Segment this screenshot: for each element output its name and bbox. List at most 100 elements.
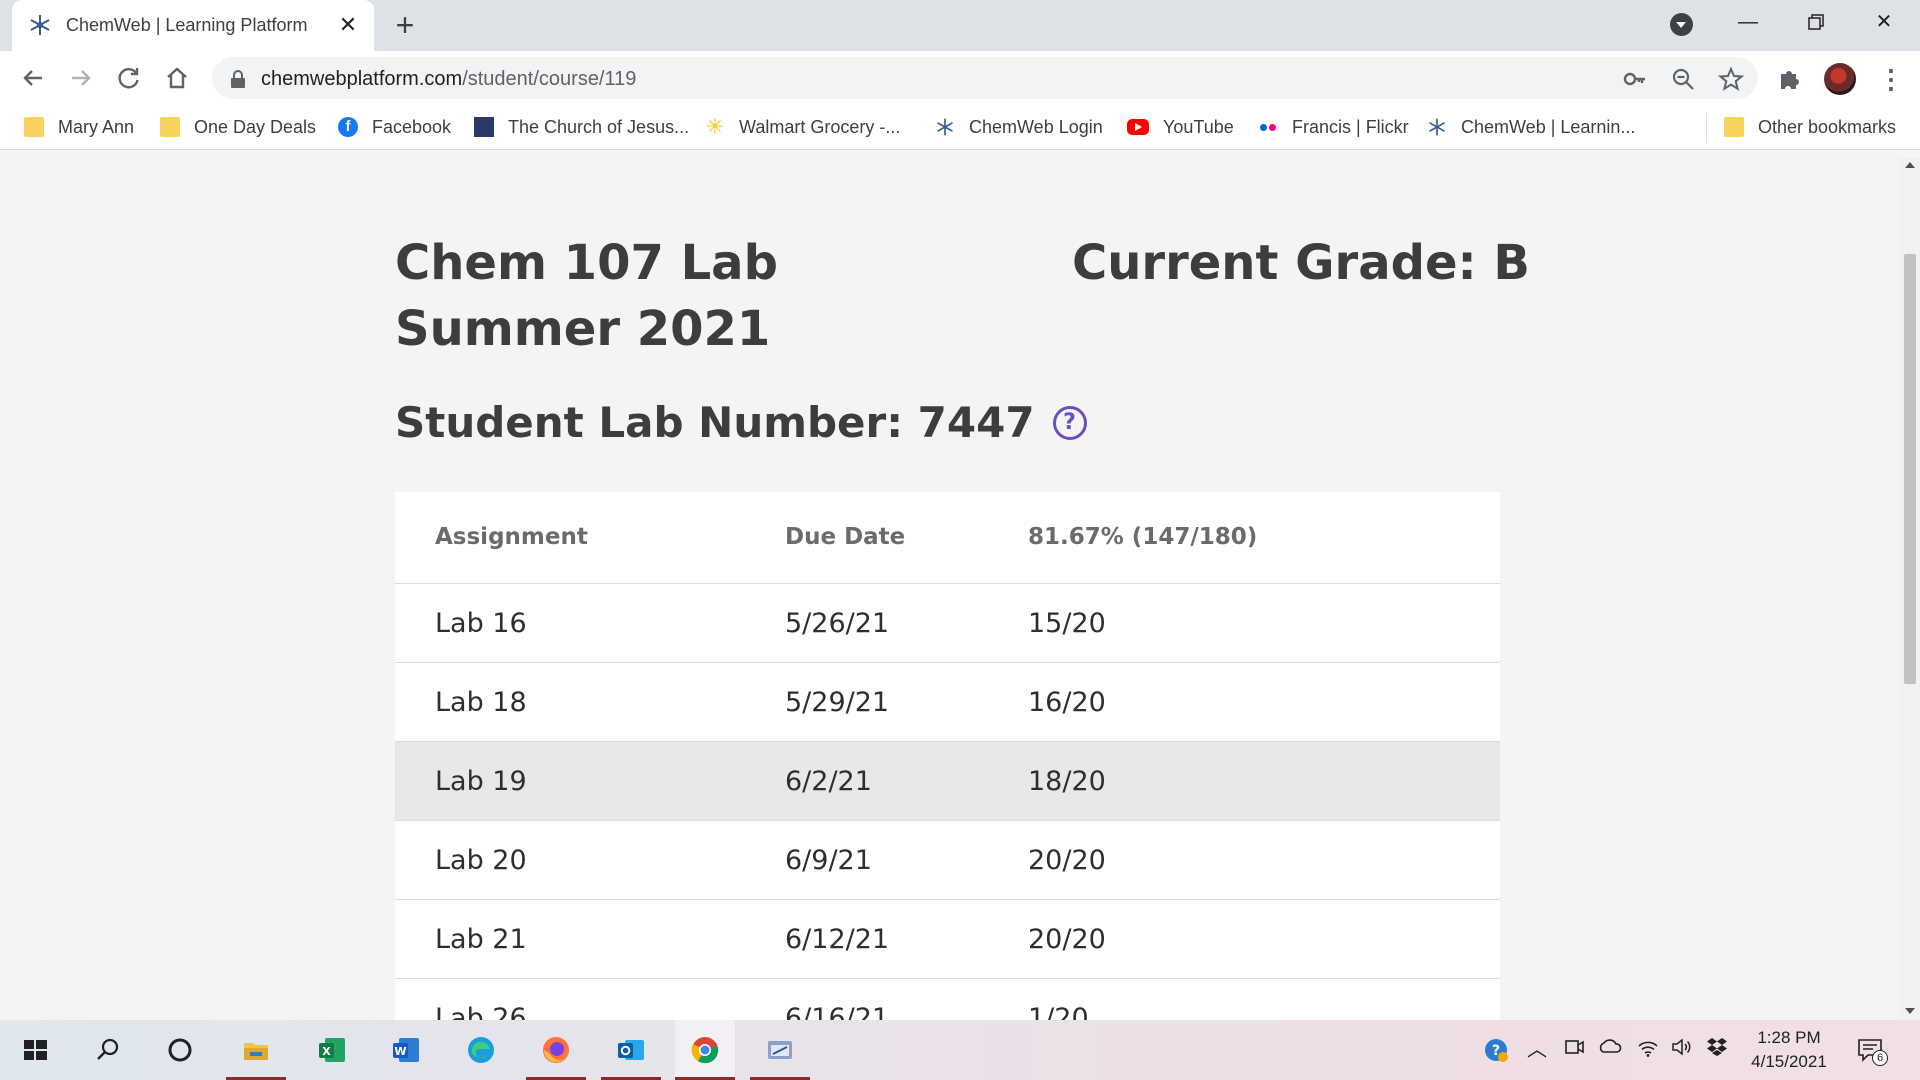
bookmark-chemweb-login[interactable]: ChemWeb Login xyxy=(935,113,1103,141)
chemweb-favicon-icon xyxy=(30,15,50,35)
facebook-icon: f xyxy=(338,117,358,137)
assignment-cell: Lab 21 xyxy=(435,924,527,955)
bookmark-chemweb-learning[interactable]: ChemWeb | Learnin... xyxy=(1427,113,1635,141)
restore-button[interactable] xyxy=(1786,4,1846,40)
header-assignment[interactable]: Assignment xyxy=(435,524,588,550)
cortana-icon xyxy=(168,1038,192,1062)
back-icon[interactable] xyxy=(18,63,48,93)
table-row[interactable]: Lab 16 5/26/21 15/20 xyxy=(395,584,1500,663)
zoom-icon[interactable] xyxy=(1670,66,1696,92)
taskbar-outlook[interactable] xyxy=(601,1020,661,1080)
wifi-icon[interactable] xyxy=(1634,1036,1662,1064)
windows-taskbar: X W ? ︿ 1:28 PM 4/15/2021 6 xyxy=(0,1020,1920,1080)
course-title: Chem 107 Lab Summer 2021 xyxy=(395,230,915,362)
score-cell: 20/20 xyxy=(1028,924,1106,955)
tab-search-icon[interactable] xyxy=(1670,13,1693,36)
scroll-down-arrow-icon[interactable] xyxy=(1905,1008,1915,1014)
svg-text:X: X xyxy=(322,1045,331,1058)
table-row-hovered[interactable]: Lab 19 6/2/21 18/20 xyxy=(395,742,1500,821)
cortana-button[interactable] xyxy=(150,1020,210,1080)
score-cell: 16/20 xyxy=(1028,687,1106,718)
course-title-line1: Chem 107 Lab xyxy=(395,235,778,291)
taskbar-edge[interactable] xyxy=(451,1020,511,1080)
due-date-cell: 6/12/21 xyxy=(785,924,890,955)
bookmark-youtube[interactable]: YouTube xyxy=(1127,113,1234,141)
header-due-date[interactable]: Due Date xyxy=(785,524,905,550)
taskbar-firefox[interactable] xyxy=(526,1020,586,1080)
due-date-cell: 5/26/21 xyxy=(785,608,890,639)
home-icon[interactable] xyxy=(162,63,192,93)
tab-close-icon[interactable]: ✕ xyxy=(336,11,360,39)
bookmark-one-day-deals[interactable]: One Day Deals xyxy=(160,113,316,141)
browser-tab[interactable]: ChemWeb | Learning Platform ✕ xyxy=(12,0,374,51)
start-button[interactable] xyxy=(5,1020,65,1080)
folder-icon xyxy=(1724,117,1744,137)
due-date-cell: 6/16/21 xyxy=(785,1003,890,1020)
table-header: Assignment Due Date 81.67% (147/180) xyxy=(395,492,1500,584)
table-row[interactable]: Lab 26 6/16/21 1/20 xyxy=(395,979,1500,1020)
table-row[interactable]: Lab 20 6/9/21 20/20 xyxy=(395,821,1500,900)
close-window-button[interactable]: ✕ xyxy=(1854,4,1914,40)
bookmarks-bar: Mary Ann One Day Deals f Facebook The Chu… xyxy=(0,105,1920,150)
bookmark-star-icon[interactable] xyxy=(1718,66,1744,92)
score-cell: 20/20 xyxy=(1028,845,1106,876)
taskbar-app[interactable] xyxy=(750,1020,810,1080)
help-tray-icon[interactable]: ? xyxy=(1482,1036,1510,1064)
scroll-up-arrow-icon[interactable] xyxy=(1905,162,1915,168)
chevron-up-icon[interactable]: ︿ xyxy=(1523,1036,1551,1064)
dropbox-icon[interactable] xyxy=(1703,1036,1731,1064)
clock-date: 4/15/2021 xyxy=(1751,1052,1827,1071)
other-bookmarks[interactable]: Other bookmarks xyxy=(1724,113,1896,141)
svg-text:W: W xyxy=(394,1045,406,1058)
menu-kebab-icon[interactable]: ⋮ xyxy=(1878,65,1904,93)
profile-avatar[interactable] xyxy=(1824,63,1856,95)
notification-count: 6 xyxy=(1872,1050,1888,1066)
reload-icon[interactable] xyxy=(114,63,144,93)
taskbar-excel[interactable]: X xyxy=(302,1020,362,1080)
forward-icon[interactable] xyxy=(66,63,96,93)
meet-now-icon[interactable] xyxy=(1560,1036,1588,1064)
help-icon[interactable]: ? xyxy=(1052,405,1087,440)
taskbar-chrome[interactable] xyxy=(675,1020,735,1080)
due-date-cell: 5/29/21 xyxy=(785,687,890,718)
assignment-cell: Lab 18 xyxy=(435,687,527,718)
new-tab-button[interactable]: + xyxy=(390,8,420,42)
address-bar[interactable]: chemwebplatform.com/student/course/119 xyxy=(212,57,1758,99)
table-row[interactable]: Lab 21 6/12/21 20/20 xyxy=(395,900,1500,979)
bookmark-label: One Day Deals xyxy=(194,116,317,137)
bookmark-facebook[interactable]: f Facebook xyxy=(338,113,451,141)
bookmark-label: Francis | Flickr xyxy=(1292,116,1409,137)
chrome-icon xyxy=(691,1037,719,1064)
score-cell: 1/20 xyxy=(1028,1003,1089,1020)
flickr-icon xyxy=(1258,117,1278,137)
bookmark-church[interactable]: The Church of Jesus... xyxy=(474,113,689,141)
bookmark-flickr[interactable]: Francis | Flickr xyxy=(1258,113,1409,141)
url-text: chemwebplatform.com/student/course/119 xyxy=(261,68,636,91)
bookmark-label: YouTube xyxy=(1163,116,1234,137)
onedrive-icon[interactable] xyxy=(1596,1036,1624,1064)
search-button[interactable] xyxy=(78,1020,138,1080)
header-score[interactable]: 81.67% (147/180) xyxy=(1028,524,1257,550)
key-icon[interactable] xyxy=(1622,66,1648,92)
taskbar-file-explorer[interactable] xyxy=(226,1020,286,1080)
scrollbar-thumb[interactable] xyxy=(1904,254,1916,684)
taskbar-clock[interactable]: 1:28 PM 4/15/2021 xyxy=(1734,1026,1844,1074)
bookmark-mary-ann[interactable]: Mary Ann xyxy=(24,113,134,141)
notification-center-icon[interactable]: 6 xyxy=(1856,1036,1888,1066)
bookmark-label: The Church of Jesus... xyxy=(508,116,690,137)
bookmark-label: Walmart Grocery -... xyxy=(739,116,901,137)
assignment-cell: Lab 26 xyxy=(435,1003,527,1020)
page-scrollbar[interactable] xyxy=(1900,158,1920,1020)
page-content: Chem 107 Lab Summer 2021 Current Grade: … xyxy=(0,158,1900,1020)
bookmark-walmart[interactable]: ✳ Walmart Grocery -... xyxy=(705,113,901,141)
youtube-icon xyxy=(1127,119,1149,135)
windows-logo-icon xyxy=(24,1040,47,1060)
minimize-button[interactable]: — xyxy=(1718,4,1778,40)
extensions-icon[interactable] xyxy=(1776,65,1804,93)
lab-number-label: Student Lab Number: 7447 xyxy=(395,398,1035,447)
taskbar-word[interactable]: W xyxy=(376,1020,436,1080)
table-row[interactable]: Lab 18 5/29/21 16/20 xyxy=(395,663,1500,742)
walmart-icon: ✳ xyxy=(705,114,725,139)
course-title-line2: Summer 2021 xyxy=(395,301,771,357)
volume-icon[interactable] xyxy=(1668,1036,1696,1064)
